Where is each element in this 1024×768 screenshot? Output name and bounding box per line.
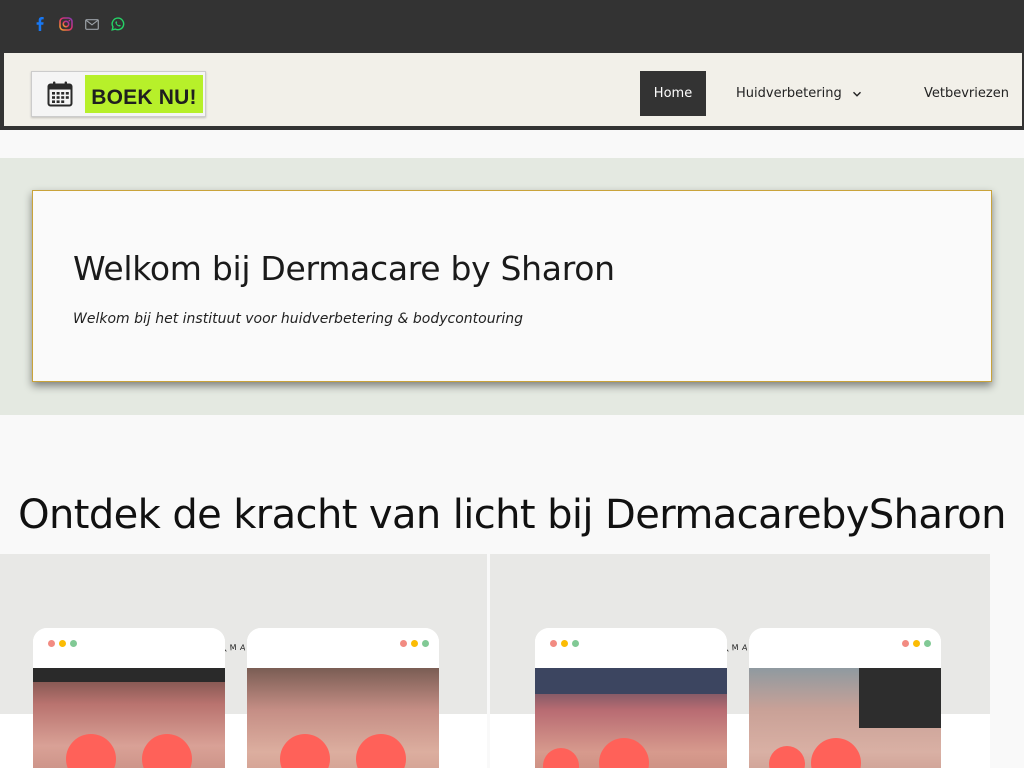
transformation-gallery: TRANSFORMATION TRANSFORMATION — [0, 554, 990, 768]
chevron-down-icon — [852, 91, 861, 97]
header-border — [0, 126, 1024, 130]
welcome-title: Welkom bij Dermacare by Sharon — [73, 249, 615, 288]
instagram-icon[interactable] — [59, 17, 73, 31]
social-links — [33, 17, 125, 31]
transformation-image-1[interactable]: TRANSFORMATION — [0, 554, 487, 768]
calendar-icon — [47, 81, 73, 107]
transformation-image-2[interactable]: TRANSFORMATION — [490, 554, 990, 768]
section-title: Ontdek de kracht van licht bij Dermacare… — [18, 492, 1006, 538]
book-now-label: BOEK NU! — [85, 75, 203, 113]
nav-vetbevriezen[interactable]: Vetbevriezen — [924, 71, 1014, 116]
book-now-logo[interactable]: BOEK NU! — [31, 71, 206, 117]
whatsapp-icon[interactable] — [111, 17, 125, 31]
welcome-card: Welkom bij Dermacare by Sharon Welkom bi… — [32, 190, 992, 382]
after-photo — [749, 628, 941, 768]
after-photo — [247, 628, 439, 768]
mail-icon[interactable] — [85, 17, 99, 31]
nav-home-label: Home — [653, 86, 693, 101]
main-nav: Home Huidverbetering Vetbevriezen — [640, 71, 1014, 116]
facebook-icon[interactable] — [33, 17, 47, 31]
nav-huidverbetering-label: Huidverbetering — [736, 86, 842, 101]
top-bar — [0, 0, 1024, 53]
nav-home[interactable]: Home — [640, 71, 706, 116]
nav-vetbevriezen-label: Vetbevriezen — [924, 86, 1009, 101]
nav-huidverbetering[interactable]: Huidverbetering — [706, 71, 924, 116]
before-photo — [535, 628, 727, 768]
before-photo — [33, 628, 225, 768]
welcome-subtitle: Welkom bij het instituut voor huidverbet… — [73, 311, 523, 327]
